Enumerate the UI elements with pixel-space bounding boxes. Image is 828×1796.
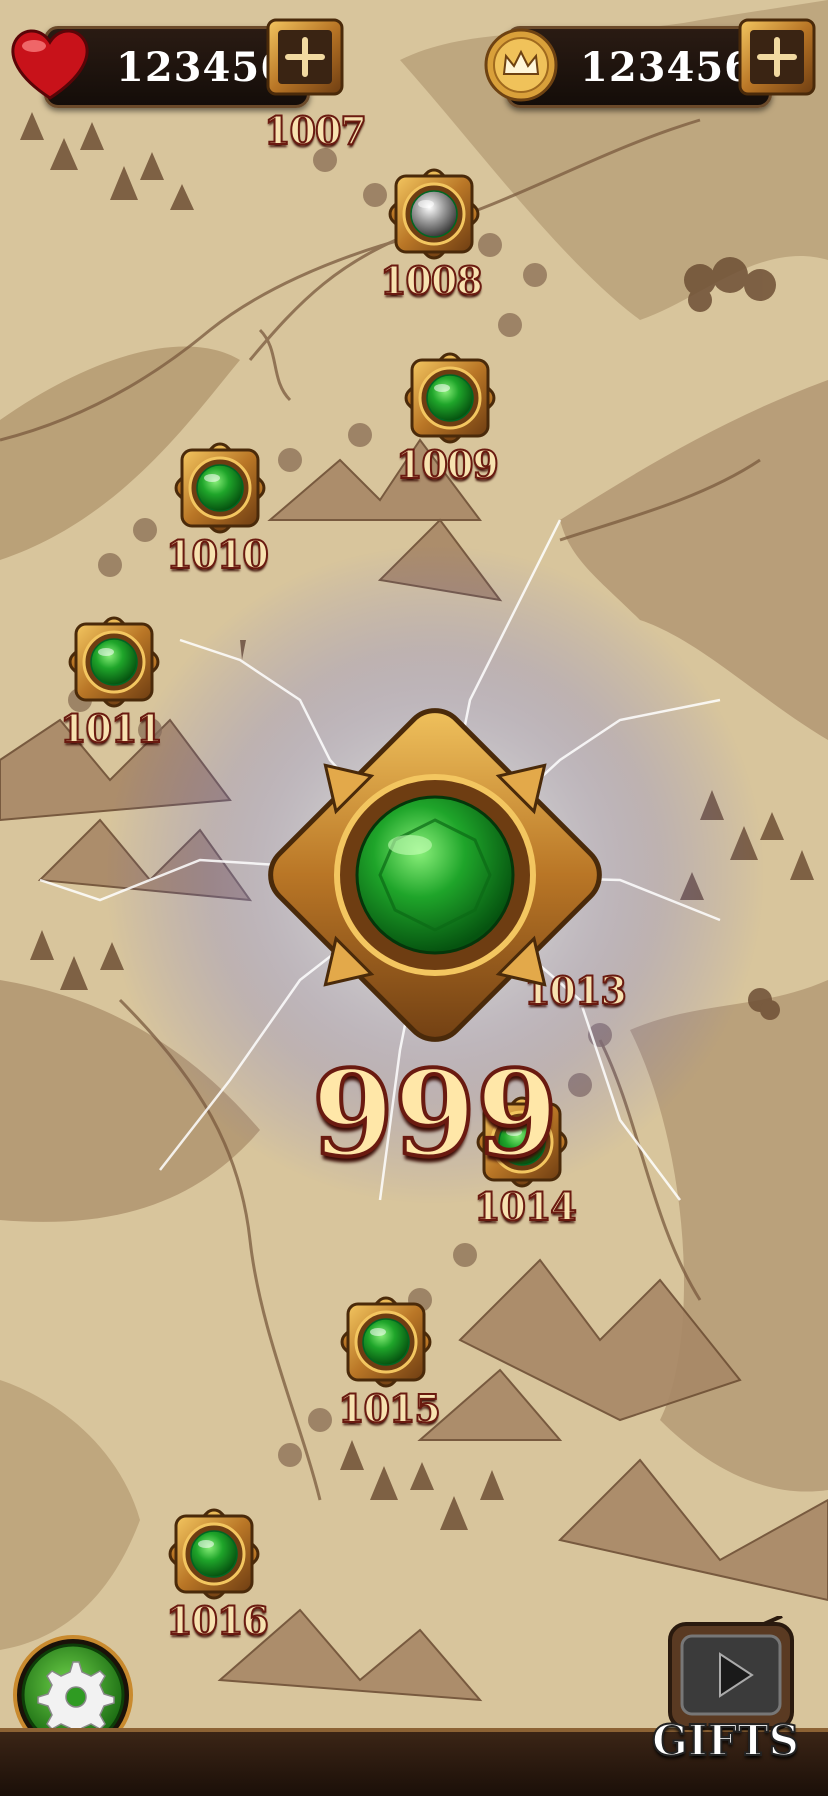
level-node-1008[interactable]	[382, 162, 486, 266]
add-crowns-button[interactable]	[736, 16, 818, 98]
level-label-1016: 1016	[165, 1597, 270, 1644]
current-level-label: 999	[310, 1044, 560, 1183]
level-label-1009: 1009	[395, 441, 500, 488]
level-label-1015: 1015	[337, 1385, 442, 1432]
crowns-value: 123456	[580, 44, 753, 91]
level-label-1014: 1014	[473, 1183, 578, 1230]
level-label-1008: 1008	[379, 257, 484, 304]
heart-gem-icon	[11, 29, 89, 100]
level-label-1007: 1007	[263, 107, 368, 154]
level-node-1015[interactable]	[334, 1290, 438, 1394]
level-node-1011[interactable]	[62, 610, 166, 714]
level-node-1010[interactable]	[168, 436, 272, 540]
add-lives-button[interactable]	[264, 16, 346, 98]
level-node-1009[interactable]	[398, 346, 502, 450]
current-level-medallion[interactable]	[250, 690, 620, 1060]
level-node-1016[interactable]	[162, 1502, 266, 1606]
crown-coin-icon	[484, 28, 558, 102]
gifts-label: GIFTS	[651, 1715, 800, 1766]
level-label-1011: 1011	[59, 705, 164, 752]
level-label-1010: 1010	[165, 531, 270, 578]
gear-icon	[37, 1661, 115, 1739]
